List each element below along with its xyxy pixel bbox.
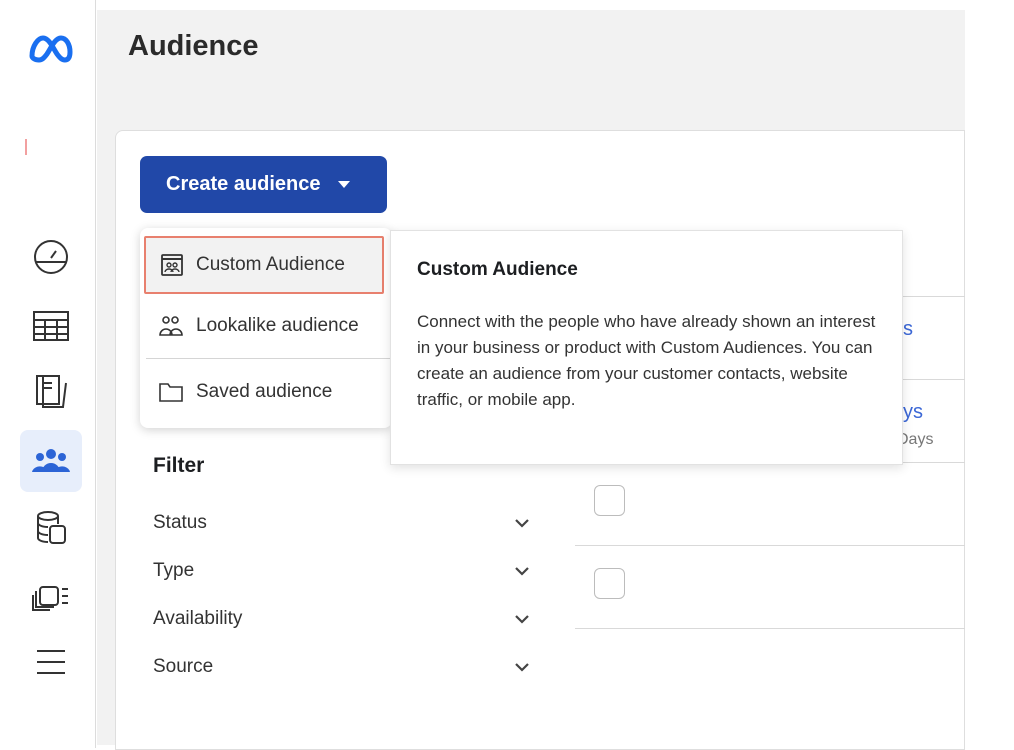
table-link[interactable]: ys (903, 401, 923, 424)
sidebar-item-audience[interactable] (20, 430, 82, 492)
menu-divider (146, 358, 392, 359)
tooltip-body: Connect with the people who have already… (417, 312, 876, 409)
gauge-icon (34, 240, 68, 274)
filter-label: Status (153, 512, 207, 533)
chevron-down-icon (515, 615, 529, 624)
people-icon (159, 316, 183, 336)
filter-type[interactable]: Type (153, 560, 530, 582)
sidebar-item-pages[interactable] (20, 361, 82, 423)
menu-item-label: Custom Audience (196, 254, 345, 275)
database-icon (37, 511, 66, 544)
page-title: Audience (128, 30, 259, 62)
create-audience-dropdown: Custom Audience Lookalike audience Saved… (140, 228, 392, 428)
sidebar-item-menu[interactable] (20, 631, 82, 693)
table-divider (575, 628, 965, 629)
menu-item-custom-audience[interactable]: Custom Audience (144, 236, 384, 294)
menu-item-saved-audience[interactable]: Saved audience (144, 363, 384, 421)
row-checkbox[interactable] (594, 568, 625, 599)
create-audience-button[interactable]: Create audience (140, 156, 387, 213)
tooltip-custom-audience: Custom Audience Connect with the people … (390, 230, 903, 465)
menu-icon (37, 650, 65, 674)
sidebar-item-table[interactable] (20, 295, 82, 357)
menu-item-label: Saved audience (196, 381, 333, 402)
audience-icon (32, 449, 70, 472)
status-marker (25, 139, 27, 155)
row-checkbox[interactable] (594, 485, 625, 516)
chevron-down-icon (515, 663, 529, 672)
custom-audience-icon (161, 254, 183, 276)
filter-availability[interactable]: Availability (153, 608, 530, 630)
table-divider (575, 545, 965, 546)
filter-source[interactable]: Source (153, 656, 530, 678)
table-link[interactable]: s (903, 318, 913, 341)
folder-icon (159, 383, 183, 402)
menu-item-label: Lookalike audience (196, 315, 359, 336)
table-icon (33, 311, 69, 341)
sidebar (0, 0, 96, 748)
create-audience-label: Create audience (166, 173, 321, 195)
caret-down-icon (337, 181, 350, 188)
chevron-down-icon (515, 567, 529, 576)
menu-item-lookalike-audience[interactable]: Lookalike audience (144, 297, 384, 355)
filter-status[interactable]: Status (153, 512, 530, 534)
filter-label: Availability (153, 608, 243, 629)
pages-icon (36, 375, 67, 408)
sidebar-item-dashboard[interactable] (20, 226, 82, 288)
filter-label: Type (153, 560, 195, 581)
sidebar-item-database[interactable] (20, 497, 82, 559)
sidebar-item-catalog[interactable] (20, 565, 82, 627)
meta-logo-icon[interactable] (26, 30, 74, 75)
chevron-down-icon (515, 519, 529, 528)
filter-label: Source (153, 656, 214, 677)
tooltip-title: Custom Audience (417, 259, 578, 280)
catalog-icon (32, 586, 68, 611)
filter-title: Filter (153, 454, 205, 477)
